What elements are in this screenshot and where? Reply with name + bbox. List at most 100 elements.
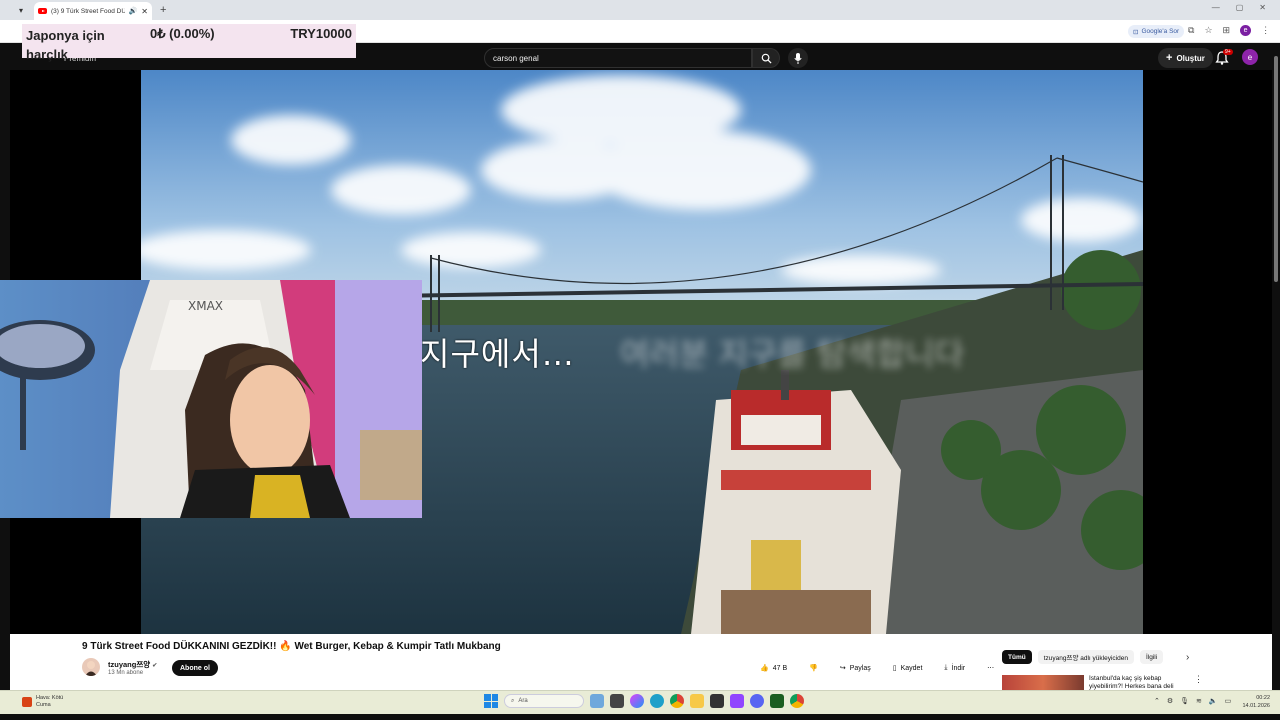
file-explorer-icon[interactable]	[690, 694, 704, 708]
weather-icon	[22, 697, 32, 707]
chip-all[interactable]: Tümü	[1002, 650, 1032, 664]
more-vertical-icon[interactable]: ⋮	[1194, 674, 1203, 685]
volume-icon[interactable]: 🔈	[1209, 697, 1218, 705]
new-tab-plus-icon[interactable]: +	[160, 4, 166, 16]
weather-widget[interactable]: Hava: Kötü Cuma	[22, 695, 63, 709]
video-actions: 👍 47 B 👎 ↪ Paylaş ▯ Kaydet ⤓ İndir ⋯	[754, 660, 1000, 676]
dislike-button[interactable]: 👎	[803, 660, 824, 676]
account-avatar[interactable]: e	[1242, 49, 1258, 65]
share-label: Paylaş	[849, 664, 871, 672]
extensions-icon[interactable]: ⊞	[1223, 25, 1231, 36]
window-controls: — ▢ ✕	[1212, 3, 1266, 12]
taskbar-search[interactable]: ⌕ Ara	[504, 694, 584, 708]
bookmark-icon: ▯	[892, 665, 897, 672]
search-icon	[761, 53, 772, 64]
copilot-icon[interactable]	[630, 694, 644, 708]
chevron-right-icon[interactable]: ›	[1186, 652, 1189, 663]
search-button[interactable]	[752, 48, 780, 68]
scrollbar-thumb[interactable]	[1274, 56, 1278, 282]
window-close-icon[interactable]: ✕	[1259, 3, 1266, 12]
channel-name-text: tzuyang쯔양	[108, 660, 151, 669]
toolbar-icons: ⧉ ☆ ⊞ e ⋮	[1188, 25, 1270, 36]
audio-playing-icon[interactable]: 🔊	[129, 7, 138, 15]
create-label: Oluştur	[1176, 53, 1205, 63]
download-icon: ⤓	[944, 664, 948, 671]
thumbs-up-icon: 👍	[760, 665, 769, 672]
recommended-video-title[interactable]: İstanbul'da kaç şiş kebap yiyebilirim?! …	[1089, 675, 1185, 690]
browser-tab-strip: ▾ (3) 9 Türk Street Food DÜK 🔊 ✕ + — ▢ ✕	[0, 0, 1280, 20]
taskbar-clock[interactable]: 00:22 14.01.2026	[1240, 694, 1270, 710]
plus-icon: +	[1166, 52, 1173, 64]
overlay-goal: TRY10000	[290, 26, 352, 41]
create-button[interactable]: + Oluştur	[1158, 48, 1213, 68]
microphone-tray-icon[interactable]: 🎙	[1180, 697, 1189, 705]
channel-avatar[interactable]	[82, 658, 100, 676]
chip-from-uploader[interactable]: tzuyang쯔양 adlı yükleyiciden	[1037, 650, 1134, 664]
terminal-icon[interactable]	[710, 694, 724, 708]
system-tray: ⌃ ⚙ 🎙 ≋ 🔈 ▭	[1154, 697, 1231, 705]
overlay-change: 0₺ (0.00%)	[150, 26, 215, 41]
search-input[interactable]: carson genal	[484, 48, 752, 68]
windows-start-icon[interactable]	[484, 694, 498, 708]
tray-app-icon[interactable]: ⚙	[1167, 697, 1173, 705]
tab-close-icon[interactable]: ✕	[141, 7, 148, 16]
tab-title: (3) 9 Türk Street Food DÜK	[51, 7, 125, 15]
google-sor-button[interactable]: ⊡ Google'a Sor	[1128, 25, 1185, 38]
twitch-icon[interactable]	[730, 694, 744, 708]
channel-avatar-image	[85, 661, 97, 676]
download-button[interactable]: ⤓ İndir	[938, 660, 971, 676]
verified-check-icon: ✔	[152, 663, 158, 669]
voice-search-button[interactable]	[788, 48, 808, 68]
share-arrow-icon: ↪	[839, 665, 846, 672]
weather-text: Hava: Kötü Cuma	[36, 695, 63, 709]
video-subtitle-blurred: 여러분 지구를 탐색합니다	[620, 335, 965, 373]
weather-line-1: Hava: Kötü	[36, 695, 64, 701]
maximize-icon[interactable]: ▢	[1236, 3, 1244, 12]
browser-profile-avatar[interactable]: e	[1240, 25, 1252, 36]
chrome-browser-icon[interactable]	[670, 694, 684, 708]
like-button[interactable]: 👍 47 B	[754, 660, 793, 676]
more-actions-button[interactable]: ⋯	[981, 660, 1000, 676]
discord-icon[interactable]	[750, 694, 764, 708]
tray-overflow-icon[interactable]: ⌃	[1154, 697, 1160, 705]
streaming-app-icon[interactable]	[770, 694, 784, 708]
taskbar-search-placeholder: Ara	[518, 698, 528, 704]
subscribe-button[interactable]: Abone ol	[172, 660, 218, 676]
task-view-icon[interactable]	[610, 694, 624, 708]
desktop-screen: ▾ (3) 9 Türk Street Food DÜK 🔊 ✕ + — ▢ ✕…	[0, 0, 1280, 720]
save-button[interactable]: ▯ Kaydet	[887, 660, 929, 676]
cast-icon[interactable]: ⧉	[1188, 25, 1194, 36]
like-count: 47 B	[772, 664, 788, 672]
page-scrollbar[interactable]	[1272, 44, 1280, 690]
recommended-video-thumbnail[interactable]	[1002, 675, 1084, 690]
tab-list-chevron-icon[interactable]: ▾	[14, 3, 28, 17]
svg-text:XMAX: XMAX	[188, 299, 223, 313]
wifi-icon[interactable]: ≋	[1196, 697, 1202, 705]
weather-line-2: Cuma	[36, 702, 51, 708]
donation-goal-overlay: Japonya için harçlık 0₺ (0.00%) TRY10000	[22, 24, 356, 62]
battery-icon[interactable]: ▭	[1225, 697, 1232, 705]
browser-tab-youtube[interactable]: (3) 9 Türk Street Food DÜK 🔊 ✕	[34, 2, 152, 20]
save-label: Kaydet	[900, 664, 923, 672]
browser-menu-icon[interactable]: ⋮	[1261, 25, 1270, 36]
lens-icon: ⊡	[1133, 28, 1139, 36]
share-button[interactable]: ↪ Paylaş	[834, 660, 877, 676]
channel-name[interactable]: tzuyang쯔양 ✔	[108, 659, 157, 670]
minimize-icon[interactable]: —	[1212, 3, 1220, 12]
watch-info-panel: 9 Türk Street Food DÜKKANINI GEZDİK!! 🔥 …	[10, 634, 1272, 690]
taskbar-apps: ⌕ Ara	[484, 694, 804, 708]
bookmark-star-icon[interactable]: ☆	[1204, 25, 1212, 36]
video-title: 9 Türk Street Food DÜKKANINI GEZDİK!! 🔥 …	[82, 641, 501, 652]
widgets-app-icon[interactable]	[590, 694, 604, 708]
streamer-webcam: XMAX	[0, 280, 422, 518]
google-sor-label: Google'a Sor	[1141, 28, 1180, 35]
edge-browser-icon[interactable]	[650, 694, 664, 708]
webcam-image: XMAX	[0, 280, 422, 518]
more-horizontal-icon: ⋯	[987, 665, 995, 672]
subscriber-count: 13 Mn abone	[108, 670, 144, 676]
microphone-icon	[794, 52, 802, 64]
overlay-title: Japonya için harçlık	[26, 28, 105, 62]
chrome-profile-icon[interactable]	[790, 694, 804, 708]
windows-taskbar: Hava: Kötü Cuma ⌕ Ara ⌃ ⚙ 🎙 ≋ 🔈 ▭ 00:22 …	[0, 690, 1280, 714]
chip-related[interactable]: İlgili	[1139, 650, 1164, 664]
